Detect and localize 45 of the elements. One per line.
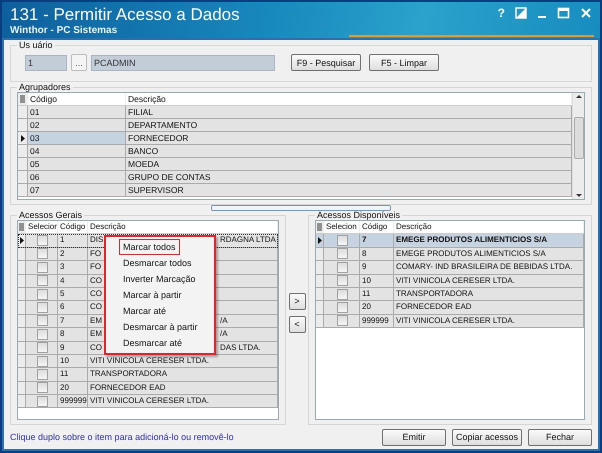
table-cell: 6 — [58, 301, 88, 314]
table-cell: FORNECEDOR EAD — [394, 301, 584, 314]
table-cell-text: EM — [90, 328, 102, 340]
table-cell: 4 — [58, 274, 88, 287]
table-cell: TRANSPORTADORA — [394, 288, 584, 300]
table-cell: CO — [90, 342, 102, 354]
table-cell-text: EM — [90, 314, 102, 327]
table-cell: 7 — [58, 314, 88, 328]
group-label: Us uário — [18, 40, 54, 50]
table-cell: 20 — [360, 301, 394, 314]
table-cell: 999999 — [360, 314, 394, 328]
table-cell-text: /A — [220, 328, 228, 340]
table-cell: EMEGE PRODUTOS ALIMENTICIOS S/A — [394, 234, 584, 247]
table-cell-text: RDAGNA LTDA — [220, 234, 276, 246]
group-label: Acessos Gerais — [18, 210, 84, 220]
hint-text: Clique duplo sobre o item para adicioná-lo ou removê-lo — [10, 432, 235, 442]
window-title: 131 - Permitir Acesso a Dados — [10, 5, 240, 25]
table-cell: VITI VINICOLA CERESER LTDA. — [88, 395, 278, 408]
table-cell: 8 — [58, 328, 88, 341]
table-cell: FORNECEDOR EAD — [88, 382, 278, 394]
table-cell: 2 — [58, 248, 88, 260]
table-cell: COMARY- IND BRASILEIRA DE BEBIDAS LTDA. — [394, 261, 584, 274]
table-cell: 3 — [58, 261, 88, 274]
window-subtitle: Winthor - PC Sistemas — [10, 25, 118, 36]
table-cell: 7 — [360, 234, 394, 247]
table-cell: 9 — [58, 342, 88, 354]
table-cell: 9 — [360, 261, 394, 274]
table-cell: 11 — [360, 288, 394, 300]
table-cell: 10 — [360, 274, 394, 287]
group-label: Agrupadores — [18, 82, 72, 92]
table-cell-text: DIS — [90, 234, 104, 246]
table-cell: 999999 — [58, 395, 88, 408]
table-cell: VITI VINICOLA CERESER LTDA. — [394, 314, 584, 328]
table-cell: EMEGE PRODUTOS ALIMENTICIOS S/A — [394, 248, 584, 260]
table-cell: 20 — [58, 382, 88, 394]
table-cell: DAS LTDA. — [220, 342, 261, 354]
table-cell: TRANSPORTADORA — [88, 368, 278, 381]
table-cell: 10 — [58, 354, 88, 368]
table-cell: 8 — [360, 248, 394, 260]
table-cell: VITI VINICOLA CERESER LTDA. — [394, 274, 584, 287]
group-label: Acessos Disponíveis — [316, 210, 402, 220]
table-cell: 5 — [58, 288, 88, 300]
table-cell: 1 — [58, 234, 88, 247]
table-cell: 11 — [58, 368, 88, 381]
table-cell-text: /A — [220, 314, 228, 327]
